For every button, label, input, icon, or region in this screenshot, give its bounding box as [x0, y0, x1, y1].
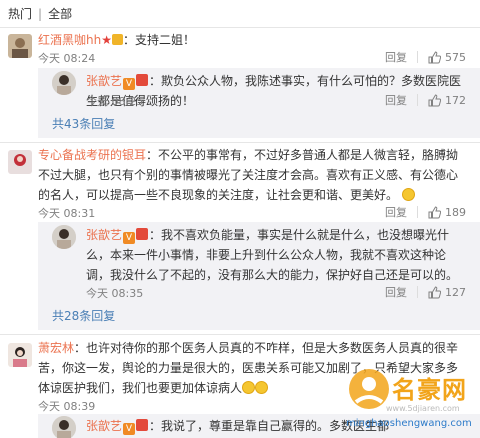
like-count: 172	[445, 93, 466, 107]
reply-button[interactable]: 回复	[385, 284, 407, 300]
level-badge-icon	[136, 228, 149, 240]
comment-body: 萧宏林：也许对待你的那个医务人员真的不咋样，但是大多数医务人员真的很辛苦，你这一…	[38, 338, 466, 398]
avatar[interactable]	[8, 34, 32, 58]
reply-box: 张歆艺 V ：欺负公众人物，我陈述事实，有什么可怕的？多数医院医生都是值得颂扬的！ …	[38, 68, 480, 138]
avatar[interactable]	[52, 71, 76, 95]
reply-button[interactable]: 回复	[385, 204, 407, 220]
level-badge-icon	[136, 419, 149, 431]
comment-username[interactable]: 萧宏林	[38, 341, 74, 355]
reply-time: 今天 08:25	[86, 95, 144, 108]
like-button[interactable]: 189	[428, 206, 466, 219]
like-count: 127	[445, 285, 466, 299]
divider	[0, 142, 480, 143]
avatar[interactable]	[52, 225, 76, 249]
avatar-image	[8, 343, 32, 367]
comment-time: 今天 08:31	[38, 207, 96, 220]
action-divider	[417, 51, 418, 63]
like-count: 575	[445, 50, 466, 64]
avatar[interactable]	[8, 343, 32, 367]
comment-text: ：支持二姐！	[122, 33, 195, 47]
smile-emoji-icon	[401, 188, 415, 201]
reply-username[interactable]: 张歆艺	[86, 74, 122, 88]
avatar[interactable]	[52, 416, 76, 438]
comment-time: 今天 08:39	[38, 400, 96, 413]
reply-button[interactable]: 回复	[385, 92, 407, 108]
divider	[0, 334, 480, 335]
verified-icon: V	[123, 232, 136, 244]
comment-body: 专心备战考研的银耳：不公平的事常有，不过好多普通人都是人微言轻，胳膊拗不过大腿，…	[38, 145, 466, 205]
avatar-image	[8, 34, 32, 58]
level-badge-icon	[136, 74, 149, 86]
comment-time: 今天 08:24	[38, 52, 96, 65]
action-divider	[417, 206, 418, 218]
reply-button[interactable]: 回复	[385, 49, 407, 65]
reply-box: 张歆艺 V ：我不喜欢负能量，事实是什么就是什么，也没想曝光什么，本来一件小事情，非…	[38, 222, 480, 330]
watermark-faint-url: www.5djiaren.com	[386, 404, 460, 413]
action-divider	[417, 286, 418, 298]
thumbs-up-icon	[428, 93, 441, 106]
like-button[interactable]: 127	[428, 286, 466, 299]
avatar-image	[52, 71, 76, 95]
like-button[interactable]: 172	[428, 94, 466, 107]
star-icon: ★	[101, 33, 112, 47]
like-button[interactable]: 575	[428, 51, 466, 64]
tab-all[interactable]: 全部	[48, 5, 72, 22]
smile-emoji-icon	[255, 381, 269, 394]
comment-username[interactable]: 红酒黑咖hh	[38, 33, 101, 47]
comment-actions: 回复 189	[385, 204, 466, 220]
badge-icon	[111, 34, 123, 45]
avatar[interactable]	[8, 150, 32, 174]
reply-text: ：我说了，尊重是靠自己赢得的。多数医生都	[149, 419, 390, 433]
smile-emoji-icon	[242, 381, 256, 394]
reply-actions: 回复 127	[385, 284, 466, 300]
reply-time: 今天 08:35	[86, 287, 144, 300]
reply-body: 张歆艺 V ：我不喜欢负能量，事实是什么就是什么，也没想曝光什么，本来一件小事情，非…	[86, 225, 466, 285]
thumbs-up-icon	[428, 285, 441, 298]
comment-body: 红酒黑咖hh★ ：支持二姐！	[38, 30, 466, 50]
verified-icon: V	[123, 423, 136, 435]
comment-username[interactable]: 专心备战考研的银耳	[38, 148, 146, 162]
reply-body: 张歆艺 V ：我说了，尊重是靠自己赢得的。多数医生都	[86, 416, 466, 436]
more-replies-link[interactable]: 共28条回复	[52, 307, 115, 324]
avatar-image	[52, 416, 76, 438]
reply-username[interactable]: 张歆艺	[86, 228, 122, 242]
like-count: 189	[445, 205, 466, 219]
thumbs-up-icon	[428, 50, 441, 63]
more-replies-link[interactable]: 共43条回复	[52, 115, 115, 132]
avatar-image	[8, 150, 32, 174]
tab-hot[interactable]: 热门	[8, 5, 32, 22]
thumbs-up-icon	[428, 205, 441, 218]
verified-icon: V	[123, 78, 136, 90]
avatar-image	[52, 225, 76, 249]
tab-separator: |	[38, 6, 43, 21]
reply-actions: 回复 172	[385, 92, 466, 108]
action-divider	[417, 94, 418, 106]
reply-username[interactable]: 张歆艺	[86, 419, 122, 433]
reply-box: 张歆艺 V ：我说了，尊重是靠自己赢得的。多数医生都	[38, 414, 480, 438]
comment-tabs: 热门 | 全部	[0, 0, 480, 28]
comment-actions: 回复 575	[385, 49, 466, 65]
